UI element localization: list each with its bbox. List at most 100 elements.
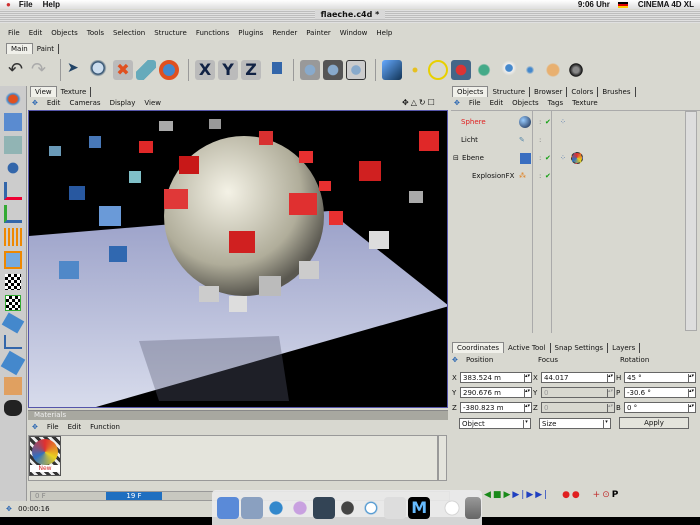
- timeline-current-frame[interactable]: 19 F: [106, 492, 162, 500]
- spinner-icon[interactable]: ▴▾: [524, 374, 530, 382]
- menu-item[interactable]: Cameras: [69, 99, 100, 107]
- deformer-icon[interactable]: [520, 60, 540, 80]
- menu-item[interactable]: Render: [272, 29, 297, 37]
- object-name[interactable]: Sphere: [461, 118, 486, 126]
- om-menu-icon[interactable]: ✥: [454, 99, 460, 107]
- texture-axis-icon[interactable]: [4, 377, 22, 395]
- tweak-icon[interactable]: [1, 312, 25, 334]
- tab-texture[interactable]: Texture: [57, 87, 92, 97]
- object-name[interactable]: Ebene: [462, 154, 484, 162]
- keyframe-icons[interactable]: +⊙: [593, 490, 612, 500]
- tab-brushes[interactable]: Brushes: [598, 87, 636, 97]
- enabled-check-icon[interactable]: ✔: [545, 118, 551, 126]
- tab-paint[interactable]: Paint: [33, 44, 60, 54]
- tab-objects[interactable]: Objects: [452, 86, 489, 97]
- sound-icon[interactable]: [566, 60, 586, 80]
- object-row-sphere[interactable]: Sphere : ✔ ⁘: [456, 115, 686, 129]
- tab-layers[interactable]: Layers: [608, 343, 641, 353]
- render-region-icon[interactable]: [323, 60, 343, 80]
- object-row-explosionfx[interactable]: ExplosionFX ⁂ : ✔: [456, 169, 686, 183]
- z-axis-icon[interactable]: Z: [241, 60, 261, 80]
- rotation-p-field[interactable]: -30.6 ° ▴▾: [624, 387, 696, 398]
- position-z-field[interactable]: -380.823 m ▴▾: [460, 402, 532, 413]
- tag-icon[interactable]: ⁘: [560, 154, 566, 162]
- menu-item[interactable]: View: [144, 99, 161, 107]
- mac-menu-file[interactable]: File: [19, 0, 33, 9]
- material-swatch[interactable]: New: [29, 436, 61, 476]
- menu-item[interactable]: Objects: [51, 29, 77, 37]
- points-mode-icon[interactable]: [4, 159, 22, 177]
- stop-icon[interactable]: ■: [493, 490, 504, 500]
- edges-icon[interactable]: [4, 251, 22, 269]
- snap-icon[interactable]: [4, 335, 22, 349]
- tab-snap-settings[interactable]: Snap Settings: [551, 343, 609, 353]
- internet-explorer-icon[interactable]: [264, 496, 287, 519]
- spinner-icon[interactable]: ▴▾: [688, 389, 694, 397]
- scene-icon[interactable]: [543, 60, 563, 80]
- array-icon[interactable]: [474, 60, 494, 80]
- collapse-icon[interactable]: ⊟: [453, 154, 459, 162]
- menu-item[interactable]: Tags: [548, 99, 564, 107]
- menu-item[interactable]: Edit: [490, 99, 504, 107]
- pointer-icon[interactable]: ➤: [67, 60, 87, 80]
- finder-icon[interactable]: [217, 496, 239, 519]
- position-y-field[interactable]: 290.676 m ▴▾: [460, 387, 532, 398]
- spinner-icon[interactable]: ▴▾: [607, 374, 613, 382]
- menu-item[interactable]: Texture: [572, 99, 598, 107]
- checker-icon[interactable]: [5, 274, 21, 290]
- next-frame-icon[interactable]: ▶|: [512, 490, 526, 500]
- object-list-scrollbar[interactable]: [685, 111, 697, 331]
- visibility-dots[interactable]: :: [539, 136, 541, 144]
- object-mode-icon[interactable]: [4, 113, 22, 131]
- axis-mode-2-icon[interactable]: [4, 205, 22, 223]
- menu-item[interactable]: Function: [90, 423, 120, 431]
- model-mode-icon[interactable]: [3, 90, 23, 108]
- menu-item[interactable]: Objects: [512, 99, 538, 107]
- circle-spline-icon[interactable]: [428, 60, 448, 80]
- quicktime-icon[interactable]: [360, 496, 383, 519]
- position-x-field[interactable]: 383.524 m ▴▾: [460, 372, 532, 383]
- enabled-check-icon[interactable]: ✔: [545, 172, 551, 180]
- menu-item[interactable]: File: [469, 99, 481, 107]
- menu-item[interactable]: Structure: [154, 29, 187, 37]
- materials-menu-icon[interactable]: ✥: [32, 423, 38, 431]
- polygons-icon[interactable]: [5, 295, 21, 311]
- maximize-icon[interactable]: ☐: [428, 98, 437, 107]
- magnify-icon[interactable]: [90, 60, 110, 80]
- mac-menu-help[interactable]: Help: [43, 0, 60, 9]
- menu-item[interactable]: Edit: [29, 29, 43, 37]
- menu-item[interactable]: Help: [376, 29, 392, 37]
- object-name[interactable]: Licht: [461, 136, 478, 144]
- apply-button[interactable]: Apply: [619, 417, 689, 429]
- render-picture-viewer-icon[interactable]: [346, 60, 366, 80]
- focus-x-field[interactable]: 44.017 ▴▾: [541, 372, 615, 383]
- axis-mode-icon[interactable]: [4, 182, 22, 200]
- go-to-end-icon[interactable]: ▶▶|: [526, 490, 549, 500]
- menu-item[interactable]: Display: [110, 99, 136, 107]
- app-name[interactable]: CINEMA 4D XL: [638, 0, 694, 9]
- texture-tag-icon[interactable]: [571, 152, 583, 164]
- workplane-icon[interactable]: [4, 400, 22, 416]
- apple-icon[interactable]: ●: [6, 0, 11, 9]
- menu-item[interactable]: Edit: [47, 99, 61, 107]
- spinner-icon[interactable]: ▴▾: [607, 404, 613, 412]
- focus-z-field[interactable]: 0 ▴▾: [541, 402, 615, 413]
- spinner-icon[interactable]: ▴▾: [607, 389, 613, 397]
- rotation-b-field[interactable]: 0 ° ▴▾: [624, 402, 696, 413]
- param-icon[interactable]: P: [612, 490, 621, 500]
- tab-view[interactable]: View: [30, 86, 57, 97]
- rotate-view-icon[interactable]: ↻: [419, 98, 428, 107]
- nurbs-icon[interactable]: [451, 60, 471, 80]
- light-icon[interactable]: [497, 60, 517, 80]
- menu-item[interactable]: Tools: [87, 29, 104, 37]
- menu-item[interactable]: File: [47, 423, 59, 431]
- tag-icon[interactable]: ⁘: [560, 118, 566, 126]
- render-view-icon[interactable]: [300, 60, 320, 80]
- system-prefs-icon[interactable]: [384, 496, 407, 519]
- zoom-view-icon[interactable]: △: [411, 98, 419, 107]
- record-icon[interactable]: ●●: [562, 490, 582, 500]
- spinner-icon[interactable]: ▴▾: [688, 374, 694, 382]
- enabled-check-icon[interactable]: ✔: [545, 154, 551, 162]
- rotation-h-field[interactable]: 45 ° ▴▾: [624, 372, 696, 383]
- menu-item[interactable]: File: [8, 29, 20, 37]
